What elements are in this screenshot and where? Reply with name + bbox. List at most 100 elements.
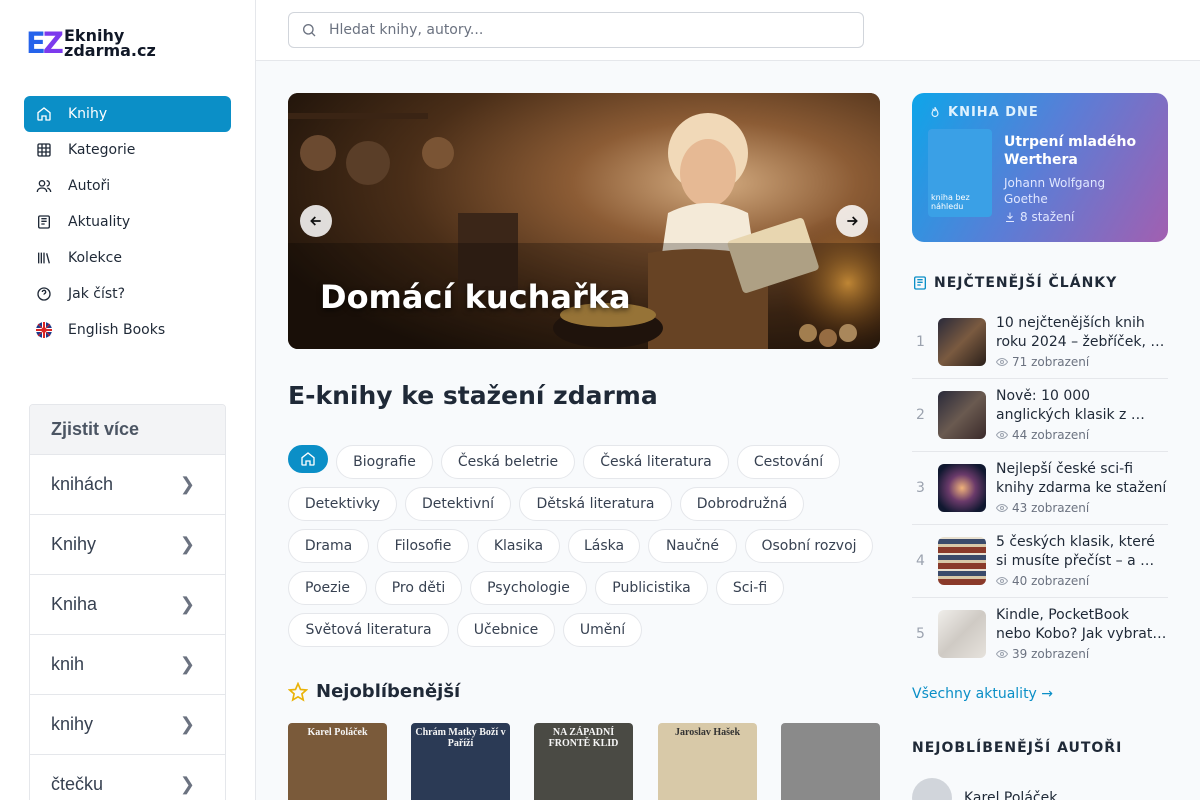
all-news-link[interactable]: Všechny aktuality → xyxy=(912,686,1053,702)
category-chip[interactable]: Světová literatura xyxy=(288,613,449,647)
article-views-text: 43 zobrazení xyxy=(1012,501,1090,515)
book-cover[interactable]: NA ZÁPADNÍ FRONTĚ KLID xyxy=(534,723,633,800)
chevron-right-icon: ❯ xyxy=(179,474,195,494)
search-icon xyxy=(303,24,316,37)
category-chip[interactable]: Publicistika xyxy=(595,571,708,605)
home-icon xyxy=(36,106,52,122)
popular-section-title: Nejoblíbenější xyxy=(288,681,460,702)
nav-item-autori[interactable]: Autoři xyxy=(24,168,231,204)
book-of-day-author: Johann Wolfgang Goethe xyxy=(1004,176,1106,206)
nav-label: Kategorie xyxy=(68,142,136,158)
chip-home[interactable] xyxy=(288,445,328,473)
site-logo[interactable]: EZ Eknihy zdarma.cz xyxy=(26,27,156,59)
nav-item-kategorie[interactable]: Kategorie xyxy=(24,132,231,168)
nav-label: Knihy xyxy=(68,106,108,122)
learn-more-item[interactable]: knihy ❯ xyxy=(30,695,225,755)
article-item[interactable]: 3 Nejlepší české sci-fi knihy zdarma ke … xyxy=(912,452,1168,525)
book-of-day-tag-text: KNIHA DNE xyxy=(948,105,1039,120)
category-chip[interactable]: Česká literatura xyxy=(583,445,729,479)
arrow-left-icon xyxy=(310,216,321,226)
logo-line2: zdarma.cz xyxy=(64,41,156,60)
article-views: 71 zobrazení xyxy=(996,355,1089,369)
nav-item-kolekce[interactable]: Kolekce xyxy=(24,240,231,276)
nav-item-jak-cist[interactable]: Jak číst? xyxy=(24,276,231,312)
page-title: E-knihy ke stažení zdarma xyxy=(288,381,658,410)
category-chip[interactable]: Pro děti xyxy=(375,571,462,605)
download-icon xyxy=(1006,212,1014,222)
library-icon xyxy=(36,250,52,266)
category-chip[interactable]: Sci-fi xyxy=(716,571,784,605)
eye-icon xyxy=(996,576,1008,586)
book-cover[interactable]: Jaroslav Hašek xyxy=(658,723,757,800)
nav-item-aktuality[interactable]: Aktuality xyxy=(24,204,231,240)
learn-more-item[interactable]: Knihy ❯ xyxy=(30,515,225,575)
learn-more-label: Knihy xyxy=(51,534,97,554)
learn-more-item[interactable]: Kniha ❯ xyxy=(30,575,225,635)
sidebar: EZ Eknihy zdarma.cz Knihy Kategorie Auto… xyxy=(0,0,256,800)
newspaper-icon xyxy=(914,276,926,290)
learn-more-panel: Zjistit více knihách ❯ Knihy ❯ Kniha ❯ knih… xyxy=(29,404,226,800)
category-chip[interactable]: Učebnice xyxy=(457,613,555,647)
article-item[interactable]: 5 Kindle, PocketBook nebo Kobo? Jak vybr… xyxy=(912,598,1168,671)
learn-more-item[interactable]: čtečku ❯ xyxy=(30,755,225,800)
article-item[interactable]: 4 5 českých klasik, které si musíte přeč… xyxy=(912,525,1168,598)
article-item[interactable]: 1 10 nejčtenějších knih roku 2024 – žebř… xyxy=(912,306,1168,379)
article-item[interactable]: 2 Nově: 10 000 anglických klasik z … 44 … xyxy=(912,379,1168,452)
learn-more-item[interactable]: knih ❯ xyxy=(30,635,225,695)
chevron-right-icon: ❯ xyxy=(179,774,195,794)
article-rank: 2 xyxy=(916,407,925,423)
category-chip[interactable]: Umění xyxy=(563,613,642,647)
article-title: Nejlepší české sci-fi knihy zdarma ke st… xyxy=(996,461,1167,496)
category-chip[interactable]: Naučné xyxy=(648,529,737,563)
book-of-the-day[interactable]: KNIHA DNE kniha bez náhledu Utrpení mlad… xyxy=(912,93,1168,242)
category-chip[interactable]: Detektivky xyxy=(288,487,397,521)
book-of-day-title: Utrpení mladého Werthera xyxy=(1004,134,1137,168)
category-chip[interactable]: Drama xyxy=(288,529,369,563)
home-icon xyxy=(301,452,315,466)
article-thumbnail xyxy=(938,610,986,658)
nav-label: Autoři xyxy=(68,178,111,194)
hero-title: Domácí kuchařka xyxy=(320,278,631,316)
category-chip[interactable]: Poezie xyxy=(288,571,367,605)
author-item[interactable]: Karel Poláček xyxy=(912,778,1057,800)
book-cover-text: NA ZÁPADNÍ FRONTĚ KLID xyxy=(548,727,619,749)
chevron-right-icon: ❯ xyxy=(179,654,195,674)
category-chip[interactable]: Detektivní xyxy=(405,487,511,521)
carousel-next-button[interactable] xyxy=(836,205,868,237)
cover-placeholder-text: kniha bez náhledu xyxy=(931,193,970,211)
book-of-day-cover: kniha bez náhledu xyxy=(928,129,992,217)
eye-icon xyxy=(996,430,1008,440)
book-cover[interactable]: Karel Poláček xyxy=(288,723,387,800)
category-chip[interactable]: Osobní rozvoj xyxy=(745,529,873,563)
hero-carousel[interactable]: Domácí kuchařka xyxy=(288,93,880,349)
nav-label: English Books xyxy=(68,322,166,338)
top-bar xyxy=(256,0,1200,61)
book-cover[interactable] xyxy=(781,723,880,800)
nav-item-knihy[interactable]: Knihy xyxy=(24,96,231,132)
carousel-prev-button[interactable] xyxy=(300,205,332,237)
book-of-day-tag: KNIHA DNE xyxy=(928,105,1039,120)
category-chip[interactable]: Česká beletrie xyxy=(441,445,575,479)
article-views-text: 40 zobrazení xyxy=(1012,574,1090,588)
category-chip[interactable]: Psychologie xyxy=(470,571,587,605)
book-cover[interactable]: Chrám Matky Boží v Paříži xyxy=(411,723,510,800)
main-nav: Knihy Kategorie Autoři Aktuality Kolekce… xyxy=(24,96,231,348)
category-chip[interactable]: Filosofie xyxy=(377,529,469,563)
category-chip[interactable]: Klasika xyxy=(477,529,560,563)
search-input[interactable] xyxy=(329,22,829,38)
category-chip[interactable]: Dobrodružná xyxy=(680,487,804,521)
nav-label: Aktuality xyxy=(68,214,131,230)
category-chip[interactable]: Cestování xyxy=(737,445,840,479)
popular-title-text: Nejoblíbenější xyxy=(316,681,461,702)
category-chip[interactable]: Láska xyxy=(568,529,640,563)
learn-more-label: knihy xyxy=(51,714,94,734)
category-chip[interactable]: Biografie xyxy=(336,445,433,479)
article-rank: 4 xyxy=(916,553,925,569)
category-chip[interactable]: Dětská literatura xyxy=(519,487,672,521)
users-icon xyxy=(36,178,52,194)
learn-more-item[interactable]: knihách ❯ xyxy=(30,455,225,515)
chevron-right-icon: ❯ xyxy=(179,594,195,614)
nav-item-english-books[interactable]: English Books xyxy=(24,312,231,348)
search-box[interactable] xyxy=(288,12,864,48)
article-title: Nově: 10 000 anglických klasik z … xyxy=(996,388,1145,423)
